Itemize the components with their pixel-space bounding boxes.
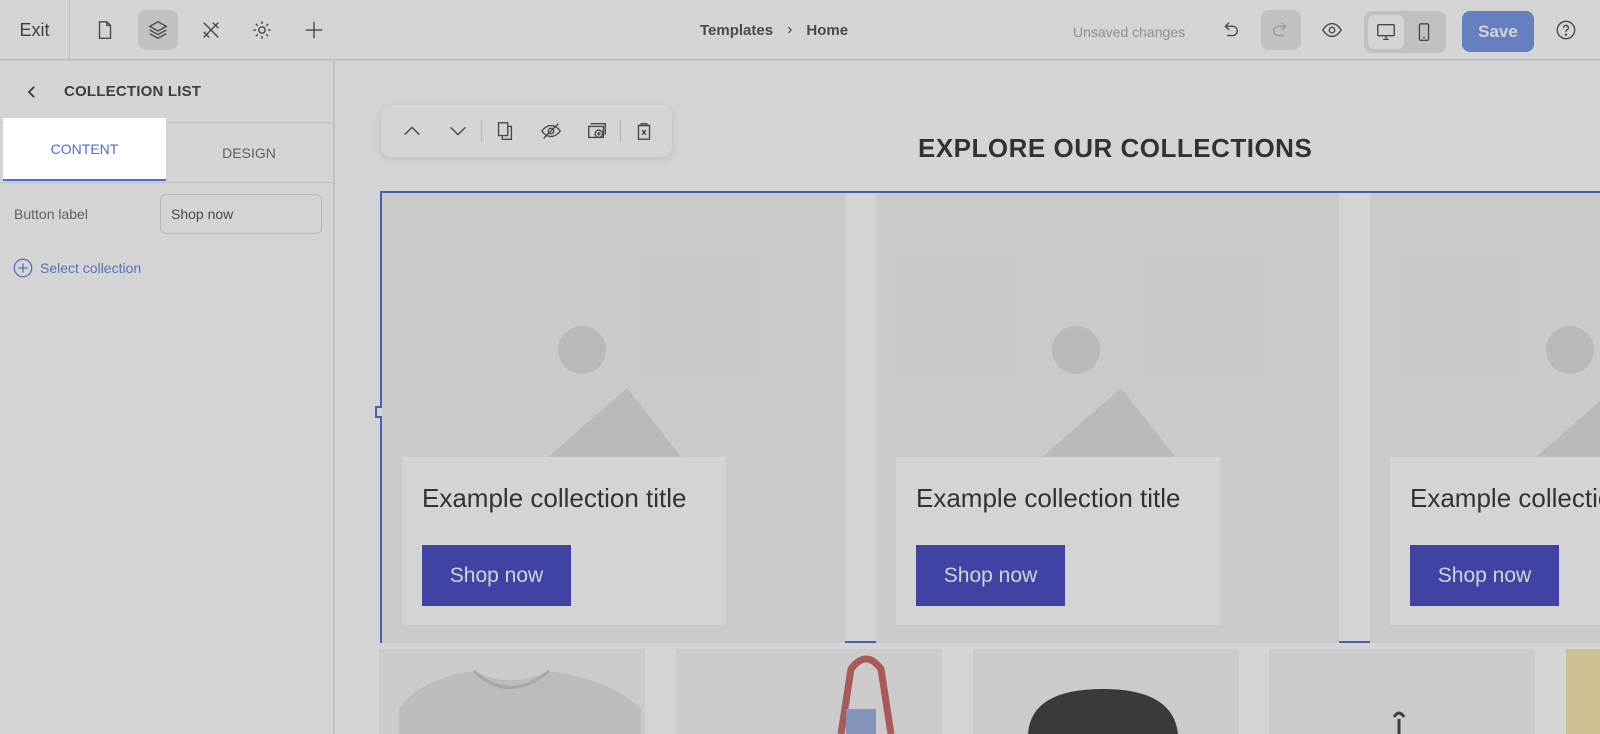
- sidebar-header: COLLECTION LIST: [0, 61, 333, 123]
- page-icon[interactable]: [85, 10, 125, 50]
- desktop-icon[interactable]: [1368, 15, 1404, 49]
- gear-icon[interactable]: [242, 10, 282, 50]
- collection-list-section[interactable]: Example collection title Shop now Exampl…: [375, 191, 1600, 643]
- button-label-input[interactable]: [160, 194, 322, 234]
- move-down-icon[interactable]: [435, 105, 481, 157]
- card-title: Example collection title: [422, 483, 687, 513]
- redo-icon[interactable]: [1261, 10, 1301, 50]
- product-image-hat[interactable]: [973, 649, 1239, 734]
- card-title: Example collection title: [1410, 483, 1600, 513]
- product-image-tshirt[interactable]: [379, 649, 645, 734]
- product-image-bag[interactable]: [676, 649, 942, 734]
- add-section-icon[interactable]: [574, 105, 620, 157]
- shop-now-button[interactable]: Shop now: [422, 545, 571, 606]
- save-button[interactable]: Save: [1462, 11, 1534, 52]
- undo-icon[interactable]: [1210, 10, 1250, 50]
- section-title: EXPLORE OUR COLLECTIONS: [918, 133, 1313, 163]
- tools-icon[interactable]: [191, 10, 231, 50]
- help-icon[interactable]: [1546, 10, 1586, 50]
- section-toolbar: [381, 105, 672, 157]
- exit-button[interactable]: Exit: [0, 0, 70, 60]
- select-collection-button[interactable]: Select collection: [0, 257, 333, 279]
- move-up-icon[interactable]: [389, 105, 435, 157]
- collection-card[interactable]: Example collection title Shop now: [876, 193, 1339, 643]
- product-image-accessory[interactable]: [1269, 649, 1535, 734]
- tab-design[interactable]: DESIGN: [166, 123, 332, 183]
- mobile-icon[interactable]: [1406, 15, 1442, 49]
- select-collection-label: Select collection: [40, 260, 142, 276]
- card-content: Example collection title Shop now: [896, 457, 1220, 625]
- duplicate-icon[interactable]: [482, 105, 528, 157]
- card-content: Example collection title Shop now: [402, 457, 726, 625]
- back-icon[interactable]: [0, 61, 64, 123]
- preview-canvas: EXPLORE OUR COLLECTIONS Example collecti…: [335, 61, 1600, 734]
- layers-icon[interactable]: [138, 10, 178, 50]
- device-toggle: [1364, 11, 1446, 53]
- top-bar: Exit Templates › Home Unsaved changes Sa…: [0, 0, 1600, 60]
- plus-icon[interactable]: [294, 10, 334, 50]
- product-row: [379, 649, 1600, 734]
- shop-now-button[interactable]: Shop now: [1410, 545, 1559, 606]
- unsaved-status: Unsaved changes: [1073, 24, 1186, 40]
- card-content: Example collection title Shop now: [1390, 457, 1600, 625]
- card-title: Example collection title: [916, 483, 1181, 513]
- shop-now-button[interactable]: Shop now: [916, 545, 1065, 606]
- add-circle-icon: [13, 258, 33, 278]
- chevron-right-icon: ›: [787, 21, 793, 38]
- tab-content[interactable]: CONTENT: [3, 118, 166, 181]
- delete-icon[interactable]: [621, 105, 667, 157]
- breadcrumb: Templates › Home: [700, 0, 848, 60]
- sidebar-title: COLLECTION LIST: [64, 83, 202, 100]
- breadcrumb-home: Home: [806, 21, 849, 39]
- button-label-row: Button label: [0, 183, 333, 235]
- button-label-label: Button label: [14, 206, 88, 222]
- collection-card[interactable]: Example collection title Shop now: [382, 193, 845, 643]
- collection-card[interactable]: Example collection title Shop now: [1370, 193, 1600, 643]
- breadcrumb-templates[interactable]: Templates: [700, 22, 773, 39]
- hide-icon[interactable]: [528, 105, 574, 157]
- eye-icon[interactable]: [1312, 10, 1352, 50]
- product-image-partial[interactable]: [1566, 649, 1600, 734]
